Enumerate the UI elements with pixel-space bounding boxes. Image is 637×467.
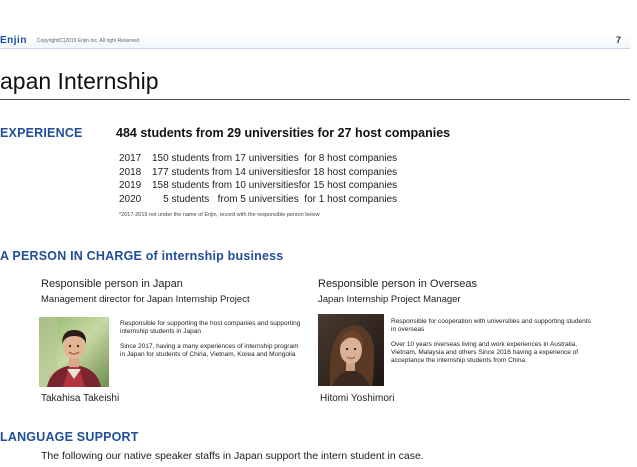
- copyright-text: Copyright(C)2019 Enjin Inc. All right Re…: [37, 38, 139, 44]
- overseas-role-subtitle: Japan Internship Project Manager: [318, 294, 461, 305]
- header-divider: [0, 48, 630, 49]
- page-title: apan Internship: [0, 68, 159, 94]
- experience-stats-list: 2017 150 students from 17 universities f…: [119, 152, 397, 206]
- japan-role-subtitle: Management director for Japan Internship…: [41, 294, 250, 305]
- enjin-logo: Enjin: [0, 35, 27, 46]
- stat-text: 158 students from 10 universitiesfor 15 …: [152, 180, 398, 191]
- overseas-desc-responsibility: Responsible for cooperation with univers…: [391, 318, 591, 334]
- takeishi-name: Takahisa Takeishi: [41, 393, 120, 404]
- yoshimori-name: Hitomi Yoshimori: [320, 393, 395, 404]
- person-in-charge-heading: A PERSON IN CHARGE of internship busines…: [0, 249, 284, 263]
- stat-year: 2018: [119, 166, 142, 178]
- stat-row-2017: 2017 150 students from 17 universities f…: [119, 152, 397, 166]
- title-divider: [0, 99, 630, 100]
- stat-year: 2017: [119, 153, 142, 164]
- stat-text: 150 students from 17 universities for 8 …: [152, 153, 398, 164]
- overseas-description: Responsible for cooperation with univers…: [391, 318, 591, 371]
- stat-row-2020: 2020 5 students from 5 universities for …: [119, 193, 397, 207]
- experience-summary: 484 students from 29 universities for 27…: [116, 126, 451, 140]
- stat-year: 2019: [119, 180, 142, 191]
- stat-row-2019: 2019 158 students from 10 universitiesfo…: [119, 179, 397, 193]
- stat-text: 177 students from 14 universitiesfor 18 …: [152, 166, 398, 178]
- page-number: 7: [616, 35, 622, 45]
- takeishi-photo: [39, 317, 109, 387]
- yoshimori-photo: [318, 314, 384, 386]
- language-support-heading: LANGUAGE SUPPORT: [0, 430, 139, 444]
- japan-description: Responsible for supporting the host comp…: [120, 320, 305, 365]
- stat-text: 5 students from 5 universities for 1 hos…: [152, 193, 398, 205]
- japan-desc-responsibility: Responsible for supporting the host comp…: [120, 320, 301, 336]
- stat-row-2018: 2018 177 students from 14 universitiesfo…: [119, 166, 397, 180]
- overseas-role-title: Responsible person in Overseas: [318, 278, 477, 290]
- language-support-text: The following our native speaker staffs …: [41, 450, 424, 462]
- japan-role-title: Responsible person in Japan: [41, 278, 183, 290]
- japan-desc-experience: Since 2017, having a many experiences of…: [120, 342, 299, 358]
- stats-footnote: *2017-2019 not under the name of Enjin, …: [119, 212, 320, 218]
- overseas-desc-experience: Over 10 years overseas living and work e…: [391, 340, 579, 365]
- experience-heading: EXPERIENCE: [0, 126, 83, 140]
- stat-year: 2020: [119, 193, 142, 205]
